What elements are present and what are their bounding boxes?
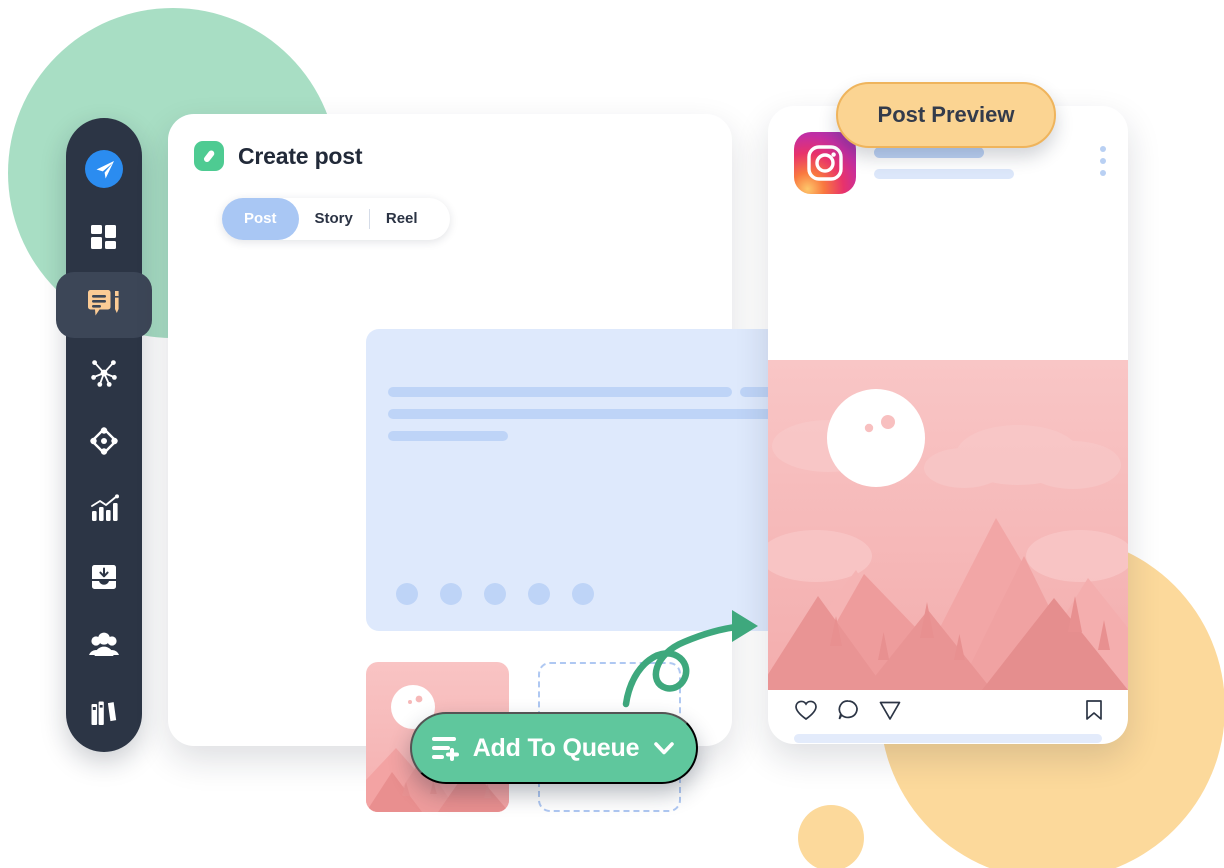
post-preview-card: [768, 106, 1128, 744]
sidebar-item-library[interactable]: [66, 680, 142, 746]
page-title: Create post: [238, 142, 363, 169]
editor-skeleton-line: [388, 387, 732, 397]
diamond-nodes-icon: [90, 427, 118, 455]
kebab-dot: [1100, 170, 1106, 176]
sidebar-item-send[interactable]: [66, 136, 142, 202]
comment-edit-icon: [88, 290, 119, 316]
add-to-queue-label: Add To Queue: [472, 733, 640, 762]
paper-plane-icon: [85, 150, 123, 188]
create-post-header: Create post: [168, 114, 732, 171]
pen-icon: [203, 150, 214, 162]
toolbar-dot[interactable]: [484, 583, 506, 605]
tab-story[interactable]: Story: [299, 198, 369, 240]
grid-dashboard-icon: [91, 225, 116, 249]
books-library-icon: [91, 701, 117, 725]
people-group-icon: [89, 632, 119, 656]
kebab-dot: [1100, 158, 1106, 164]
app-sidebar: [56, 118, 152, 752]
instagram-icon: [794, 132, 856, 194]
sidebar-item-compose[interactable]: [56, 272, 152, 338]
toolbar-dot[interactable]: [440, 583, 462, 605]
toolbar-dot[interactable]: [396, 583, 418, 605]
account-handle-line: [874, 169, 1014, 179]
landscape-illustration: [768, 360, 1128, 690]
preview-media-image: [768, 360, 1128, 690]
caption-line: [794, 734, 1102, 743]
post-type-tabs: Post Story Reel: [222, 198, 450, 240]
sidebar-item-analytics[interactable]: [66, 476, 142, 542]
account-name-line: [874, 147, 984, 158]
kebab-menu-icon[interactable]: [1100, 146, 1106, 180]
decor-circle-orange-small: [798, 805, 864, 868]
sidebar-item-engage[interactable]: [66, 340, 142, 406]
post-preview-badge-label: Post Preview: [877, 102, 1015, 127]
account-name-placeholder: [874, 147, 1082, 179]
bookmark-icon[interactable]: [1082, 698, 1106, 722]
kebab-dot: [1100, 146, 1106, 152]
tab-post[interactable]: Post: [222, 198, 299, 240]
tab-reel[interactable]: Reel: [370, 198, 434, 240]
sidebar-item-inbox[interactable]: [66, 544, 142, 610]
sidebar-item-publish[interactable]: [66, 408, 142, 474]
toolbar-dot[interactable]: [572, 583, 594, 605]
queue-list-plus-icon: [431, 737, 459, 761]
comment-icon[interactable]: [836, 698, 860, 722]
sidebar-item-dashboard[interactable]: [66, 204, 142, 270]
share-paper-plane-icon[interactable]: [878, 698, 902, 722]
editor-skeleton-line: [388, 431, 508, 441]
app-logo-badge: [194, 141, 224, 171]
heart-icon[interactable]: [794, 698, 818, 722]
bar-chart-trend-icon: [91, 494, 119, 521]
inbox-download-icon: [92, 565, 116, 589]
preview-caption: [794, 734, 1102, 744]
network-nodes-icon: [91, 360, 117, 387]
toolbar-dot[interactable]: [528, 583, 550, 605]
preview-action-bar: [768, 698, 1128, 722]
editor-toolbar: [396, 583, 594, 605]
add-to-queue-button[interactable]: Add To Queue: [410, 712, 698, 784]
instagram-glyph-icon: [807, 145, 843, 181]
sidebar-item-team[interactable]: [66, 612, 142, 678]
post-preview-badge: Post Preview: [836, 82, 1056, 148]
illustration-canvas: Create post Post Story Reel Add To Queue…: [0, 0, 1224, 868]
chevron-down-icon: [654, 742, 675, 755]
